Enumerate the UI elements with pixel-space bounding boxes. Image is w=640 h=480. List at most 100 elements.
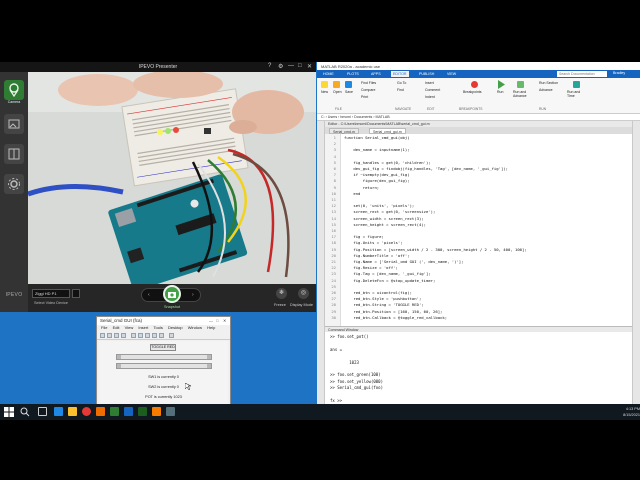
- menu-insert[interactable]: Insert: [138, 325, 148, 330]
- menu-edit[interactable]: Edit: [113, 325, 120, 330]
- code-line[interactable]: 30 red_btn.Callback = @toggle_red_callba…: [325, 315, 625, 321]
- workspace-panel-collapsed[interactable]: [632, 121, 640, 404]
- tab-home[interactable]: HOME: [321, 71, 336, 77]
- print-icon[interactable]: [121, 333, 126, 338]
- run-and-advance-icon[interactable]: [517, 81, 524, 88]
- menu-tools[interactable]: Tools: [153, 325, 162, 330]
- matlab-icon[interactable]: [96, 407, 105, 416]
- command-window[interactable]: >> foo.set_pot() ans = 1023 >> foo.set_gre…: [325, 332, 632, 404]
- matlab-running-icon[interactable]: [152, 407, 161, 416]
- zoom-in-icon[interactable]: [138, 333, 143, 338]
- camera-mode-button[interactable]: [4, 80, 24, 100]
- windows-start-icon[interactable]: [4, 407, 14, 417]
- save-button[interactable]: Save: [345, 90, 353, 94]
- tab-publish[interactable]: PUBLISH: [417, 71, 436, 77]
- maximize-icon[interactable]: □: [298, 63, 302, 69]
- word-icon[interactable]: [124, 407, 133, 416]
- video-device-select[interactable]: Ziggi HD P1: [32, 289, 70, 298]
- run-section-button[interactable]: Run Section: [539, 81, 558, 85]
- run-icon[interactable]: [497, 80, 506, 89]
- edge-browser-icon[interactable]: [54, 407, 63, 416]
- figure-close-icon[interactable]: ✕: [223, 318, 226, 323]
- zoom-out-icon[interactable]: [145, 333, 150, 338]
- slider-2-end[interactable]: [207, 364, 211, 368]
- user-account[interactable]: Bradley: [613, 71, 625, 75]
- display-mode-icon[interactable]: ◎: [298, 288, 309, 299]
- menu-desktop[interactable]: Desktop: [168, 325, 183, 330]
- save-icon[interactable]: [114, 333, 119, 338]
- pan-icon[interactable]: [152, 333, 157, 338]
- ipevo-app-icon[interactable]: [110, 407, 119, 416]
- run-and-advance-button[interactable]: Run and Advance: [513, 90, 535, 98]
- cursor-icon[interactable]: [131, 333, 136, 338]
- figure-minimize-icon[interactable]: —: [209, 318, 213, 323]
- help-icon[interactable]: ?: [268, 63, 271, 69]
- find-button[interactable]: Find: [397, 88, 404, 92]
- data-cursor-icon[interactable]: [169, 333, 174, 338]
- tab-editor[interactable]: EDITOR: [391, 71, 409, 77]
- documentation-search-input[interactable]: Search Documentation: [557, 71, 607, 77]
- save-icon[interactable]: [345, 81, 352, 88]
- compare-button[interactable]: Compare: [361, 88, 375, 92]
- breakpoint-icon[interactable]: [471, 81, 478, 88]
- open-icon[interactable]: [107, 333, 112, 338]
- indent-button[interactable]: Indent: [425, 95, 435, 99]
- slider-1[interactable]: [116, 354, 212, 360]
- slider-2[interactable]: [116, 363, 212, 369]
- tab-apps[interactable]: APPS: [369, 71, 383, 77]
- open-folder-icon[interactable]: [333, 81, 340, 88]
- menu-file[interactable]: File: [101, 325, 107, 330]
- settings-icon[interactable]: ⚙: [278, 63, 283, 70]
- task-view-icon[interactable]: [38, 407, 47, 416]
- run-and-time-icon[interactable]: [573, 81, 580, 88]
- tab-view[interactable]: VIEW: [445, 71, 458, 77]
- run-button[interactable]: Run: [497, 90, 503, 94]
- excel-icon[interactable]: [138, 407, 147, 416]
- figure-maximize-icon[interactable]: □: [216, 318, 218, 323]
- current-folder-path[interactable]: C: › Users › bmcmi › Documents › MATLAB: [317, 114, 640, 121]
- chrome-icon[interactable]: [82, 407, 91, 416]
- zoom-in-icon[interactable]: ›: [192, 292, 194, 298]
- tab-plots[interactable]: PLOTS: [345, 71, 361, 77]
- go-to-button[interactable]: Go To: [397, 81, 406, 85]
- code-editor[interactable]: 1 function Serial_cmd_gui(obj) 2 3 dev_name…: [325, 134, 632, 326]
- code-text: set(0, 'units', 'pixels');: [344, 203, 415, 209]
- insert-button[interactable]: Insert: [425, 81, 434, 85]
- open-button[interactable]: Open: [333, 90, 342, 94]
- new-figure-icon[interactable]: [100, 333, 105, 338]
- new-file-icon[interactable]: [321, 81, 328, 88]
- minimize-icon[interactable]: —: [288, 63, 294, 69]
- breakpoints-button[interactable]: Breakpoints: [463, 90, 481, 94]
- video-device-label: Select Video Device: [34, 301, 68, 305]
- slider-1-thumb[interactable]: [117, 355, 121, 359]
- new-button[interactable]: New: [321, 90, 328, 94]
- menu-help[interactable]: Help: [207, 325, 215, 330]
- settings-button[interactable]: [4, 174, 24, 194]
- menu-window[interactable]: Window: [188, 325, 202, 330]
- gallery-button[interactable]: [4, 114, 24, 134]
- search-icon[interactable]: [20, 407, 30, 417]
- rotate-icon[interactable]: [159, 333, 164, 338]
- menu-view[interactable]: View: [125, 325, 134, 330]
- advance-button[interactable]: Advance: [539, 88, 553, 92]
- device-settings-button[interactable]: [72, 289, 80, 298]
- toggle-red-button[interactable]: TOGGLE RED: [150, 344, 176, 351]
- split-view-button[interactable]: [4, 144, 24, 164]
- freeze-icon[interactable]: ❄: [276, 288, 287, 299]
- figure-window-icon[interactable]: [166, 407, 175, 416]
- clock-date[interactable]: 8/15/2021: [610, 413, 640, 417]
- zoom-out-icon[interactable]: ‹: [148, 292, 150, 298]
- clock-time[interactable]: 4:13 PM: [618, 407, 640, 411]
- find-files-button[interactable]: Find Files: [361, 81, 376, 85]
- code-text: function Serial_cmd_gui(obj): [344, 135, 410, 140]
- slider-2-thumb[interactable]: [117, 364, 121, 368]
- current-folder-panel-collapsed[interactable]: [317, 121, 325, 404]
- split-view-icon: [8, 148, 20, 160]
- run-and-time-button[interactable]: Run and Time: [567, 90, 587, 98]
- close-icon[interactable]: ✕: [307, 63, 312, 70]
- file-explorer-icon[interactable]: [68, 407, 77, 416]
- print-button[interactable]: Print: [361, 95, 368, 99]
- slider-1-end[interactable]: [207, 355, 211, 359]
- snapshot-button[interactable]: [163, 285, 181, 303]
- comment-button[interactable]: Comment: [425, 88, 440, 92]
